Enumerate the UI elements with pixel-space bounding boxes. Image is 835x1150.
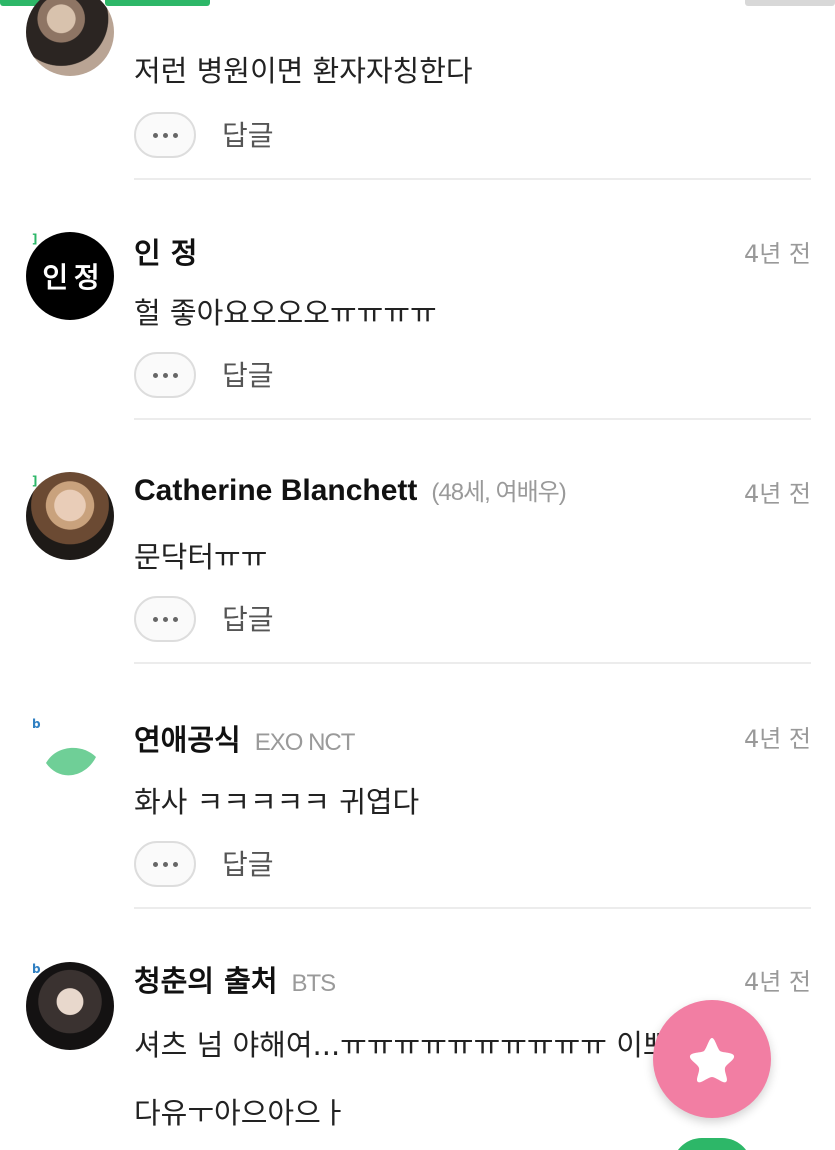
author-name[interactable]: Catherine Blanchett [134, 474, 417, 507]
timestamp: 4년 전 [743, 480, 811, 508]
divider [134, 907, 811, 909]
timestamp: 4년 전 [743, 968, 811, 996]
author-name[interactable]: 청춘의 출처 [134, 964, 278, 998]
avatar-text: 인 정 [42, 261, 99, 294]
more-dots-icon [152, 132, 178, 138]
comment-text: 헐 좋아요오오오ㅠㅠㅠㅠ [134, 296, 437, 330]
level-badge-icon: b [32, 717, 41, 731]
comment-item: ] Catherine Blanchett (48세, 여배우) 4년 전 문닥터… [0, 420, 835, 665]
reply-button[interactable]: 답글 [222, 598, 274, 638]
more-dots-icon [152, 861, 178, 867]
avatar[interactable]: 인 정 [26, 232, 114, 320]
more-dots-icon [152, 616, 178, 622]
level-badge-icon: ] [32, 232, 38, 246]
comment-item: 저런 병원이면 환자자칭한다 답글 [0, 0, 835, 180]
timestamp: 4년 전 [743, 725, 811, 753]
comment-text: 저런 병원이면 환자자칭한다 [134, 54, 473, 88]
more-options-button[interactable] [134, 352, 196, 398]
avatar[interactable] [26, 962, 114, 1050]
reply-button[interactable]: 답글 [222, 843, 274, 883]
comment-header: 연애공식 EXO NCT [134, 717, 356, 759]
comment-item: b 연애공식 EXO NCT 4년 전 화사 ㅋㅋㅋㅋㅋ 귀엽다 답글 [0, 665, 835, 910]
reply-button[interactable]: 답글 [222, 114, 274, 154]
comment-text: 셔츠 넘 야해여...ㅠㅠㅠㅠㅠㅠㅠㅠㅠㅠ 이쁘 [134, 1028, 670, 1062]
author-meta: (48세, 여배우) [431, 479, 566, 506]
avatar[interactable] [26, 472, 114, 560]
author-meta: EXO NCT [254, 729, 356, 756]
comment-header: 인 정 [134, 230, 197, 272]
author-name[interactable]: 연애공식 [134, 723, 241, 757]
author-meta: BTS [291, 970, 337, 997]
favorite-fab-button[interactable] [653, 1000, 771, 1118]
avatar[interactable] [26, 0, 114, 76]
leaf-icon [46, 747, 96, 776]
comment-text-continued: 다유ㅜ아으아으ㅏ [134, 1096, 348, 1130]
more-options-button[interactable] [134, 596, 196, 642]
star-icon [689, 1038, 735, 1083]
divider [134, 662, 811, 664]
comment-text: 화사 ㅋㅋㅋㅋㅋ 귀엽다 [134, 785, 420, 819]
reply-button[interactable]: 답글 [222, 354, 274, 394]
timestamp: 4년 전 [743, 240, 811, 268]
comment-header: Catherine Blanchett (48세, 여배우) [134, 472, 567, 508]
more-options-button[interactable] [134, 841, 196, 887]
comment-item: ] 인 정 인 정 4년 전 헐 좋아요오오오ㅠㅠㅠㅠ 답글 [0, 180, 835, 420]
comment-header: 청춘의 출처 BTS [134, 958, 337, 1000]
comment-text: 문닥터ㅠㅠ [134, 540, 268, 574]
author-name[interactable]: 인 정 [134, 236, 197, 270]
more-dots-icon [152, 372, 178, 378]
more-options-button[interactable] [134, 112, 196, 158]
